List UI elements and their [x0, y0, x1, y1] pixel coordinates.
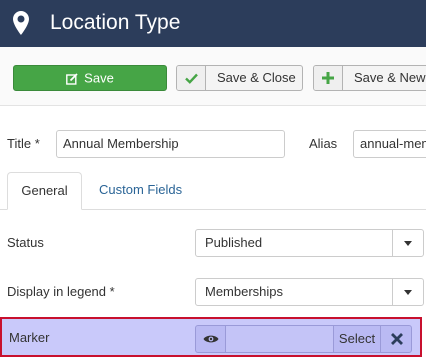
edit-icon — [66, 72, 78, 85]
status-value: Published — [205, 235, 263, 250]
map-pin-icon — [13, 11, 29, 35]
status-label: Status — [7, 235, 44, 250]
check-icon — [177, 66, 206, 90]
save-button[interactable]: Save — [13, 65, 167, 91]
save-close-button[interactable]: Save & Close — [176, 65, 303, 91]
marker-select-button[interactable]: Select — [333, 326, 380, 352]
save-close-label: Save & Close — [217, 70, 296, 85]
marker-input-group: Select — [195, 325, 412, 353]
chevron-down-icon — [392, 279, 423, 305]
save-button-label: Save — [84, 70, 114, 86]
marker-field-row: Marker Select — [0, 317, 422, 357]
alias-label: Alias — [309, 136, 338, 151]
eye-icon[interactable] — [196, 326, 226, 352]
title-label: Title * — [7, 136, 40, 151]
legend-label: Display in legend * — [7, 284, 115, 299]
page-title: Location Type — [50, 11, 181, 34]
clear-icon[interactable] — [380, 326, 412, 352]
plus-icon — [314, 66, 343, 90]
title-input[interactable]: Annual Membership — [56, 130, 285, 158]
tab-custom-fields[interactable]: Custom Fields — [99, 182, 182, 197]
chevron-down-icon — [392, 230, 423, 256]
save-new-button[interactable]: Save & New — [313, 65, 426, 91]
tab-general[interactable]: General — [7, 172, 82, 210]
toolbar: Save Save & Close Save & New — [0, 47, 426, 106]
marker-input[interactable] — [226, 326, 333, 352]
legend-select[interactable]: Memberships — [195, 278, 424, 306]
save-new-label: Save & New — [354, 70, 426, 85]
alias-input[interactable]: annual-membership — [353, 130, 426, 158]
page-header: Location Type — [0, 0, 426, 47]
status-select[interactable]: Published — [195, 229, 424, 257]
marker-label: Marker — [9, 330, 50, 345]
legend-value: Memberships — [205, 284, 284, 299]
